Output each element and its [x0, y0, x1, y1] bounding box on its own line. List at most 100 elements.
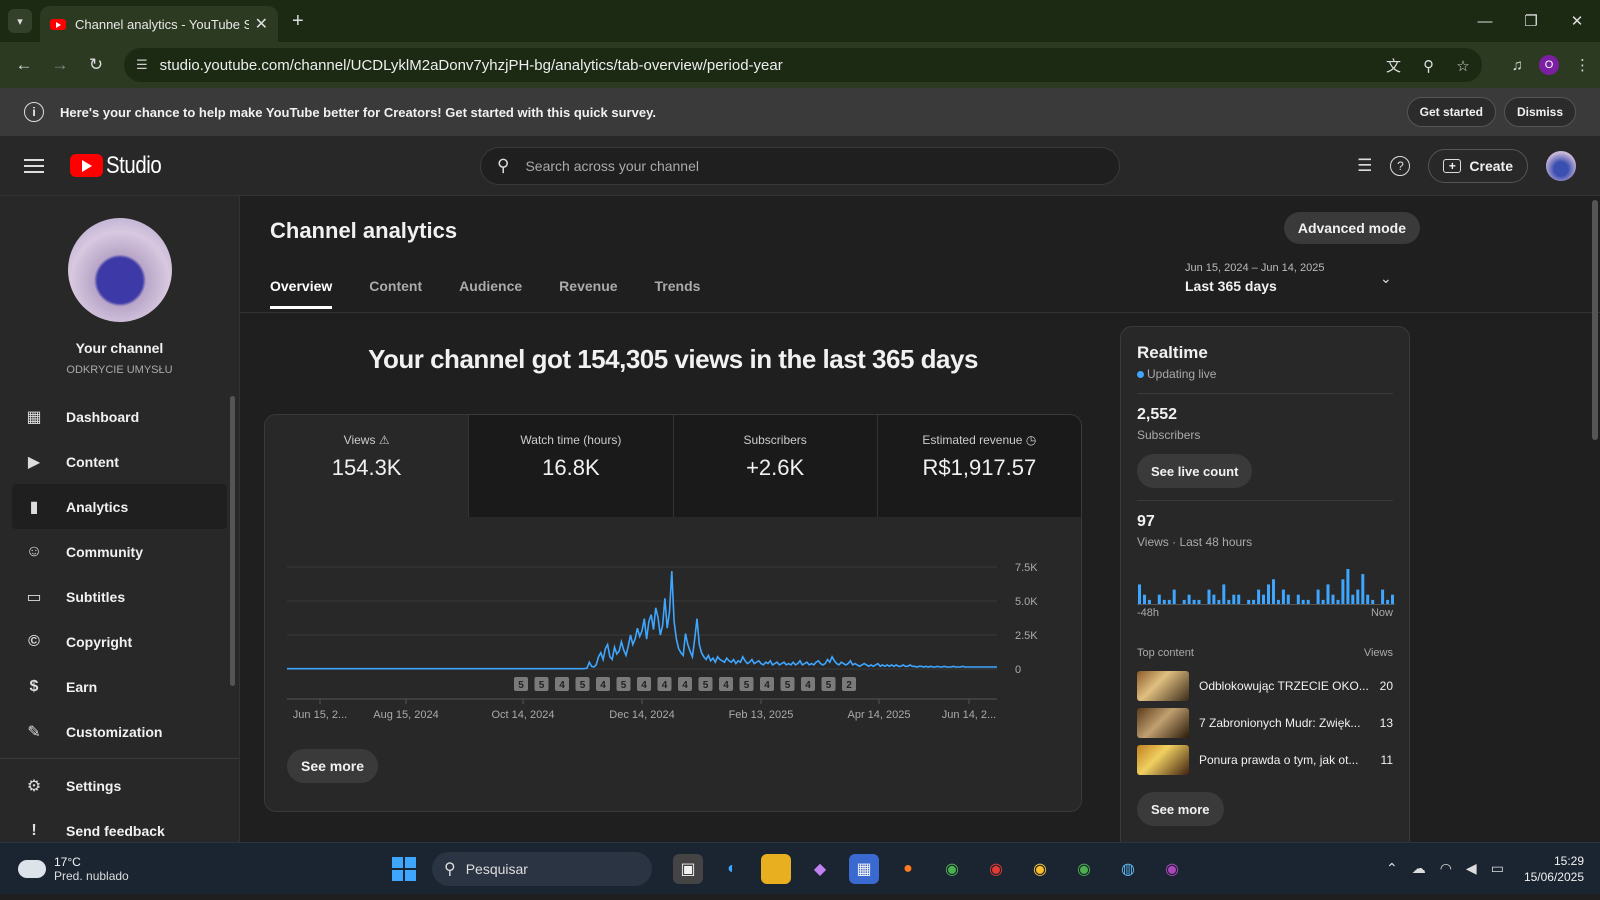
create-button[interactable]: + Create	[1428, 148, 1528, 183]
sidebar-item-earn[interactable]: $ Earn	[12, 664, 227, 709]
realtime-bar[interactable]	[1207, 589, 1211, 605]
get-started-button[interactable]: Get started	[1406, 97, 1496, 127]
realtime-bar[interactable]	[1138, 584, 1141, 605]
browser-menu-icon[interactable]: ⋮	[1575, 56, 1590, 74]
windows-start-icon[interactable]	[392, 856, 416, 881]
weather-widget[interactable]: 17°C Pred. nublado	[0, 853, 129, 883]
advanced-mode-button[interactable]: Advanced mode	[1283, 212, 1420, 244]
translate-icon[interactable]: 文	[1386, 58, 1401, 75]
realtime-bar[interactable]	[1157, 594, 1161, 605]
media-controls-icon[interactable]: ♫	[1512, 57, 1523, 74]
realtime-bar[interactable]	[1296, 594, 1300, 605]
close-tab-icon[interactable]: ✕	[255, 14, 268, 34]
tab-overview[interactable]: Overview	[270, 278, 333, 309]
realtime-bar[interactable]	[1286, 594, 1290, 605]
sidebar-item-customization[interactable]: ✎ Customization	[12, 709, 227, 754]
realtime-bar[interactable]	[1341, 579, 1345, 605]
realtime-bar[interactable]	[1257, 589, 1261, 605]
realtime-bar[interactable]	[1212, 594, 1216, 605]
volume-icon[interactable]: ◀	[1466, 860, 1477, 877]
site-info-icon[interactable]: ☰	[136, 57, 148, 73]
taskbar-search[interactable]: ⚲ Pesquisar	[432, 851, 652, 886]
top-content-item[interactable]: Ponura prawda o tym, jak ot... 11	[1137, 741, 1393, 778]
chrome-icon[interactable]: ◉	[1157, 854, 1187, 884]
channel-avatar[interactable]	[67, 218, 172, 322]
realtime-bar[interactable]	[1381, 589, 1385, 605]
realtime-bar[interactable]	[1361, 574, 1365, 605]
firefox-icon[interactable]: ●	[893, 854, 923, 884]
realtime-bar[interactable]	[1272, 579, 1275, 605]
tab-trends[interactable]: Trends	[655, 278, 701, 309]
browser-tab[interactable]: Channel analytics - YouTube Stu ✕	[40, 6, 278, 42]
realtime-bar[interactable]	[1366, 594, 1370, 605]
realtime-bar[interactable]	[1316, 589, 1320, 605]
chevron-up-icon[interactable]: ⌃	[1386, 860, 1398, 877]
realtime-bar[interactable]	[1267, 584, 1270, 605]
chrome-icon[interactable]: ◉	[937, 854, 967, 884]
chrome-icon[interactable]: ◉	[1025, 854, 1055, 884]
onedrive-icon[interactable]: ☁	[1412, 860, 1426, 877]
account-avatar[interactable]	[1546, 150, 1576, 181]
tab-revenue[interactable]: Revenue	[559, 278, 617, 309]
zoom-icon[interactable]: ⚲	[1423, 58, 1434, 75]
chevron-down-icon[interactable]: ⌄	[1380, 270, 1392, 287]
realtime-bar[interactable]	[1222, 584, 1226, 605]
realtime-bar[interactable]	[1331, 594, 1335, 605]
notifications-icon[interactable]: ☰	[1357, 156, 1372, 176]
top-content-item[interactable]: 7 Zabronionych Mudr: Zwięk... 13	[1137, 704, 1393, 741]
bookmark-star-icon[interactable]: ☆	[1456, 58, 1469, 75]
new-tab-button[interactable]: +	[292, 10, 304, 33]
earth-icon[interactable]: ◍	[1113, 854, 1143, 884]
battery-icon[interactable]: ▭	[1491, 860, 1504, 877]
metric-subscribers[interactable]: Subscribers +2.6K	[673, 415, 878, 517]
tab-search-button[interactable]: ▾	[8, 9, 32, 33]
realtime-bar[interactable]	[1237, 594, 1241, 605]
metric-watch-time[interactable]: Watch time (hours) 16.8K	[469, 415, 674, 517]
realtime-bar[interactable]	[1356, 589, 1360, 605]
tab-audience[interactable]: Audience	[459, 278, 522, 309]
sidebar-item-settings[interactable]: ⚙ Settings	[12, 763, 227, 808]
copilot-icon[interactable]: ◆	[805, 854, 835, 884]
sidebar-scrollbar[interactable]	[230, 396, 235, 686]
realtime-bar[interactable]	[1262, 594, 1265, 605]
dismiss-button[interactable]: Dismiss	[1503, 97, 1576, 127]
store-icon[interactable]: ▦	[849, 853, 879, 884]
task-view-icon[interactable]: ▣	[673, 853, 703, 884]
sidebar-item-subtitles[interactable]: ▭ Subtitles	[12, 574, 227, 619]
sidebar-item-community[interactable]: ☺ Community	[12, 529, 227, 574]
address-bar[interactable]: ☰ studio.youtube.com/channel/UCDLyklM2aD…	[124, 48, 1482, 82]
top-content-item[interactable]: Odblokowując TRZECIE OKO... 20	[1137, 667, 1393, 704]
date-range-selector[interactable]: Jun 15, 2024 – Jun 14, 2025 Last 365 day…	[1185, 262, 1324, 294]
edge-icon[interactable]: ◐	[717, 854, 747, 884]
realtime-bar[interactable]	[1346, 569, 1350, 605]
see-more-button[interactable]: See more	[287, 749, 379, 783]
realtime-bar[interactable]	[1232, 594, 1236, 605]
menu-icon[interactable]	[24, 155, 44, 177]
realtime-bar[interactable]	[1351, 594, 1355, 605]
system-clock[interactable]: 15:29 15/06/2025	[1524, 853, 1584, 885]
tab-content[interactable]: Content	[369, 278, 422, 309]
see-live-count-button[interactable]: See live count	[1137, 454, 1253, 488]
back-icon[interactable]: ←	[10, 55, 38, 75]
sidebar-item-content[interactable]: ▶ Content	[12, 439, 227, 484]
forward-icon[interactable]: →	[46, 55, 74, 75]
minimize-icon[interactable]: —	[1462, 0, 1508, 42]
sidebar-item-copyright[interactable]: © Copyright	[12, 619, 227, 664]
restore-icon[interactable]: ❐	[1508, 0, 1554, 42]
page-scrollbar[interactable]	[1592, 200, 1598, 440]
chrome-icon[interactable]: ◉	[1069, 854, 1099, 884]
realtime-bar[interactable]	[1187, 594, 1191, 605]
realtime-bar[interactable]	[1391, 594, 1394, 605]
realtime-bar[interactable]	[1326, 584, 1330, 605]
chrome-icon[interactable]: ◉	[981, 854, 1011, 884]
realtime-bar[interactable]	[1143, 594, 1146, 605]
profile-avatar[interactable]: O	[1539, 55, 1559, 75]
metric-views[interactable]: Views ⚠ 154.3K	[265, 415, 470, 517]
sidebar-item-dashboard[interactable]: ▦ Dashboard	[12, 394, 227, 439]
realtime-bar[interactable]	[1281, 589, 1285, 605]
wifi-icon[interactable]: ◠	[1440, 860, 1452, 877]
realtime-see-more-button[interactable]: See more	[1137, 792, 1224, 826]
metric-revenue[interactable]: Estimated revenue ◷ R$1,917.57	[877, 415, 1081, 517]
url-text[interactable]: studio.youtube.com/channel/UCDLyklM2aDon…	[160, 57, 1368, 74]
views-series-line[interactable]	[287, 571, 997, 670]
